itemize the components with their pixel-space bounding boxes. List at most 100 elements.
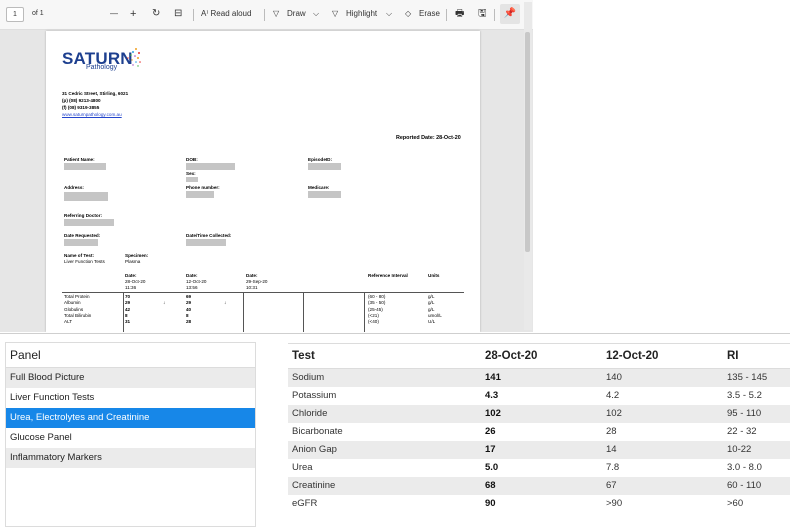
date-col3-label: Date: bbox=[246, 273, 258, 278]
pin-icon[interactable]: 📌 bbox=[500, 4, 520, 24]
lab-phone: (p) (08) 9213-4800 bbox=[62, 98, 101, 103]
date-col2-label: Date: bbox=[186, 273, 198, 278]
reference-interval-label: Reference Interval bbox=[368, 273, 408, 278]
page-count: of 1 bbox=[32, 10, 44, 17]
report-test-name: Albumin bbox=[64, 300, 81, 306]
table-row[interactable]: Bicarbonate 26 28 22 - 32 bbox=[288, 423, 790, 441]
value-cell: 102 bbox=[481, 404, 602, 423]
specimen-value: Plasma bbox=[125, 259, 141, 264]
test-name-cell: Bicarbonate bbox=[292, 426, 343, 437]
value-cell: 26 bbox=[485, 426, 496, 437]
erase-button[interactable]: Erase bbox=[419, 6, 440, 22]
date-col1-label: Date: bbox=[125, 273, 137, 278]
report-unit: g/L bbox=[428, 300, 435, 306]
save-icon[interactable]: 🖫 bbox=[478, 6, 487, 22]
results-column-line bbox=[303, 292, 304, 332]
rotate-icon[interactable]: ↻ bbox=[152, 6, 160, 22]
results-header-row: Test 28-Oct-20 12-Oct-20 RI bbox=[288, 343, 790, 369]
print-icon[interactable]: 🖶 bbox=[455, 6, 464, 22]
table-row[interactable]: Urea 5.0 7.8 3.0 - 8.0 bbox=[288, 459, 790, 477]
test-name-cell: eGFR bbox=[292, 498, 318, 509]
value-cell: 14 bbox=[602, 440, 723, 459]
name-of-test-label: Name of Test: bbox=[64, 253, 95, 258]
results-table: Test 28-Oct-20 12-Oct-20 RI Sodium 141 140 135… bbox=[288, 343, 790, 513]
results-body: Sodium 141 140 135 - 145 Potassium 4.3 4.2 3.5 … bbox=[288, 368, 790, 513]
report-value-2: 28 bbox=[186, 319, 192, 325]
panel-list: Panel Full Blood Picture Liver Function T… bbox=[5, 342, 256, 527]
report-reference: (<40) bbox=[368, 319, 379, 325]
fit-page-icon[interactable]: ⊟ bbox=[174, 6, 182, 22]
results-panel: Test 28-Oct-20 12-Oct-20 RI Sodium 141 140 135… bbox=[288, 343, 790, 527]
highlight-chevron-icon[interactable]: ⌵ bbox=[386, 6, 392, 22]
dob-label: DOB: bbox=[186, 157, 198, 162]
value-cell: 141 bbox=[481, 368, 602, 387]
table-row[interactable]: Sodium 141 140 135 - 145 bbox=[288, 368, 790, 387]
toolbar-divider bbox=[494, 9, 495, 21]
report-value-1: 8 bbox=[125, 312, 128, 318]
draw-button[interactable]: Draw bbox=[287, 6, 306, 22]
name-of-test-value: Liver Function Tests bbox=[64, 259, 105, 264]
column-header[interactable]: RI bbox=[723, 343, 790, 369]
section-divider bbox=[0, 333, 790, 334]
zoom-out-button[interactable]: — bbox=[110, 6, 118, 22]
reported-date: Reported Date: 28-Oct-20 bbox=[396, 135, 461, 141]
eraser-icon[interactable]: ◇ bbox=[405, 6, 411, 22]
report-unit: U/L bbox=[428, 319, 436, 325]
read-aloud-button[interactable]: A⁾ Read aloud bbox=[201, 6, 251, 22]
page-number-input[interactable]: 1 bbox=[6, 7, 24, 22]
value-cell: 3.0 - 8.0 bbox=[727, 462, 762, 473]
table-row[interactable]: Chloride 102 102 95 - 110 bbox=[288, 404, 790, 423]
highlight-icon[interactable]: ▽ bbox=[332, 6, 338, 22]
value-cell: 95 - 110 bbox=[723, 404, 790, 423]
date-col3-time: 10:31 bbox=[246, 285, 258, 290]
panel-items: Full Blood Picture Liver Function Tests Ur… bbox=[6, 368, 255, 468]
sex-label: Sex: bbox=[186, 171, 196, 176]
value-cell: 68 bbox=[481, 476, 602, 495]
results-column-line bbox=[123, 292, 124, 332]
table-row[interactable]: eGFR 90 >90 >60 bbox=[288, 495, 790, 513]
value-cell: 4.3 bbox=[485, 390, 499, 401]
value-cell: 3.5 - 5.2 bbox=[727, 390, 762, 401]
report-value-2: 8 bbox=[186, 312, 189, 318]
draw-icon[interactable]: ▽ bbox=[273, 6, 279, 22]
report-unit: umol/L bbox=[428, 312, 442, 318]
toolbar-divider bbox=[193, 9, 194, 21]
logo-subtitle: Pathology bbox=[86, 64, 118, 71]
column-header[interactable]: 28-Oct-20 bbox=[481, 343, 602, 369]
redacted-field bbox=[308, 163, 341, 170]
panel-list-item[interactable]: Glucose Panel bbox=[6, 428, 255, 448]
value-cell: 4.2 bbox=[606, 390, 620, 401]
highlight-button[interactable]: Highlight bbox=[346, 6, 377, 22]
table-row[interactable]: Creatinine 68 67 60 - 110 bbox=[288, 476, 790, 495]
lab-website-link[interactable]: www.saturnpathology.com.au bbox=[62, 112, 122, 117]
column-header[interactable]: Test bbox=[288, 343, 481, 369]
date-collected-label: Date/Time Collected: bbox=[186, 233, 232, 238]
draw-chevron-icon[interactable]: ⌵ bbox=[313, 6, 319, 22]
test-name-cell: Chloride bbox=[288, 404, 481, 423]
value-cell: 22 - 32 bbox=[727, 426, 757, 437]
low-flag-icon: ↓ bbox=[224, 300, 227, 306]
redacted-field bbox=[186, 177, 198, 182]
report-test-name: Total Protein bbox=[64, 294, 90, 299]
results-column-line bbox=[364, 292, 365, 332]
panel-list-item[interactable]: Full Blood Picture bbox=[6, 368, 255, 388]
report-test-name: Total Bilirubin bbox=[64, 312, 92, 318]
specimen-label: Specimen: bbox=[125, 253, 149, 258]
pdf-scroll-thumb[interactable] bbox=[525, 32, 530, 252]
lab-fax: (f) (08) 9319-3855 bbox=[62, 105, 100, 110]
date-col3-date: 29-Sep-20 bbox=[246, 279, 268, 284]
pdf-page: SATURN Pathology 31 Cedric Street, Stirl… bbox=[46, 31, 480, 332]
logo-dots-icon bbox=[127, 48, 141, 67]
zoom-in-button[interactable]: + bbox=[130, 6, 136, 22]
value-cell: 28 bbox=[606, 426, 617, 437]
value-cell: 140 bbox=[602, 368, 723, 387]
column-header[interactable]: 12-Oct-20 bbox=[602, 343, 723, 369]
panel-list-item[interactable]: Liver Function Tests bbox=[6, 388, 255, 408]
table-row[interactable]: Potassium 4.3 4.2 3.5 - 5.2 bbox=[288, 387, 790, 405]
redacted-field bbox=[64, 163, 106, 170]
value-cell: 135 - 145 bbox=[723, 368, 790, 387]
panel-list-item[interactable]: Inflammatory Markers bbox=[6, 448, 255, 468]
date-col2-time: 13:56 bbox=[186, 285, 198, 290]
table-row[interactable]: Anion Gap 17 14 10-22 bbox=[288, 440, 790, 459]
panel-list-item[interactable]: Urea, Electrolytes and Creatinine bbox=[6, 408, 255, 428]
